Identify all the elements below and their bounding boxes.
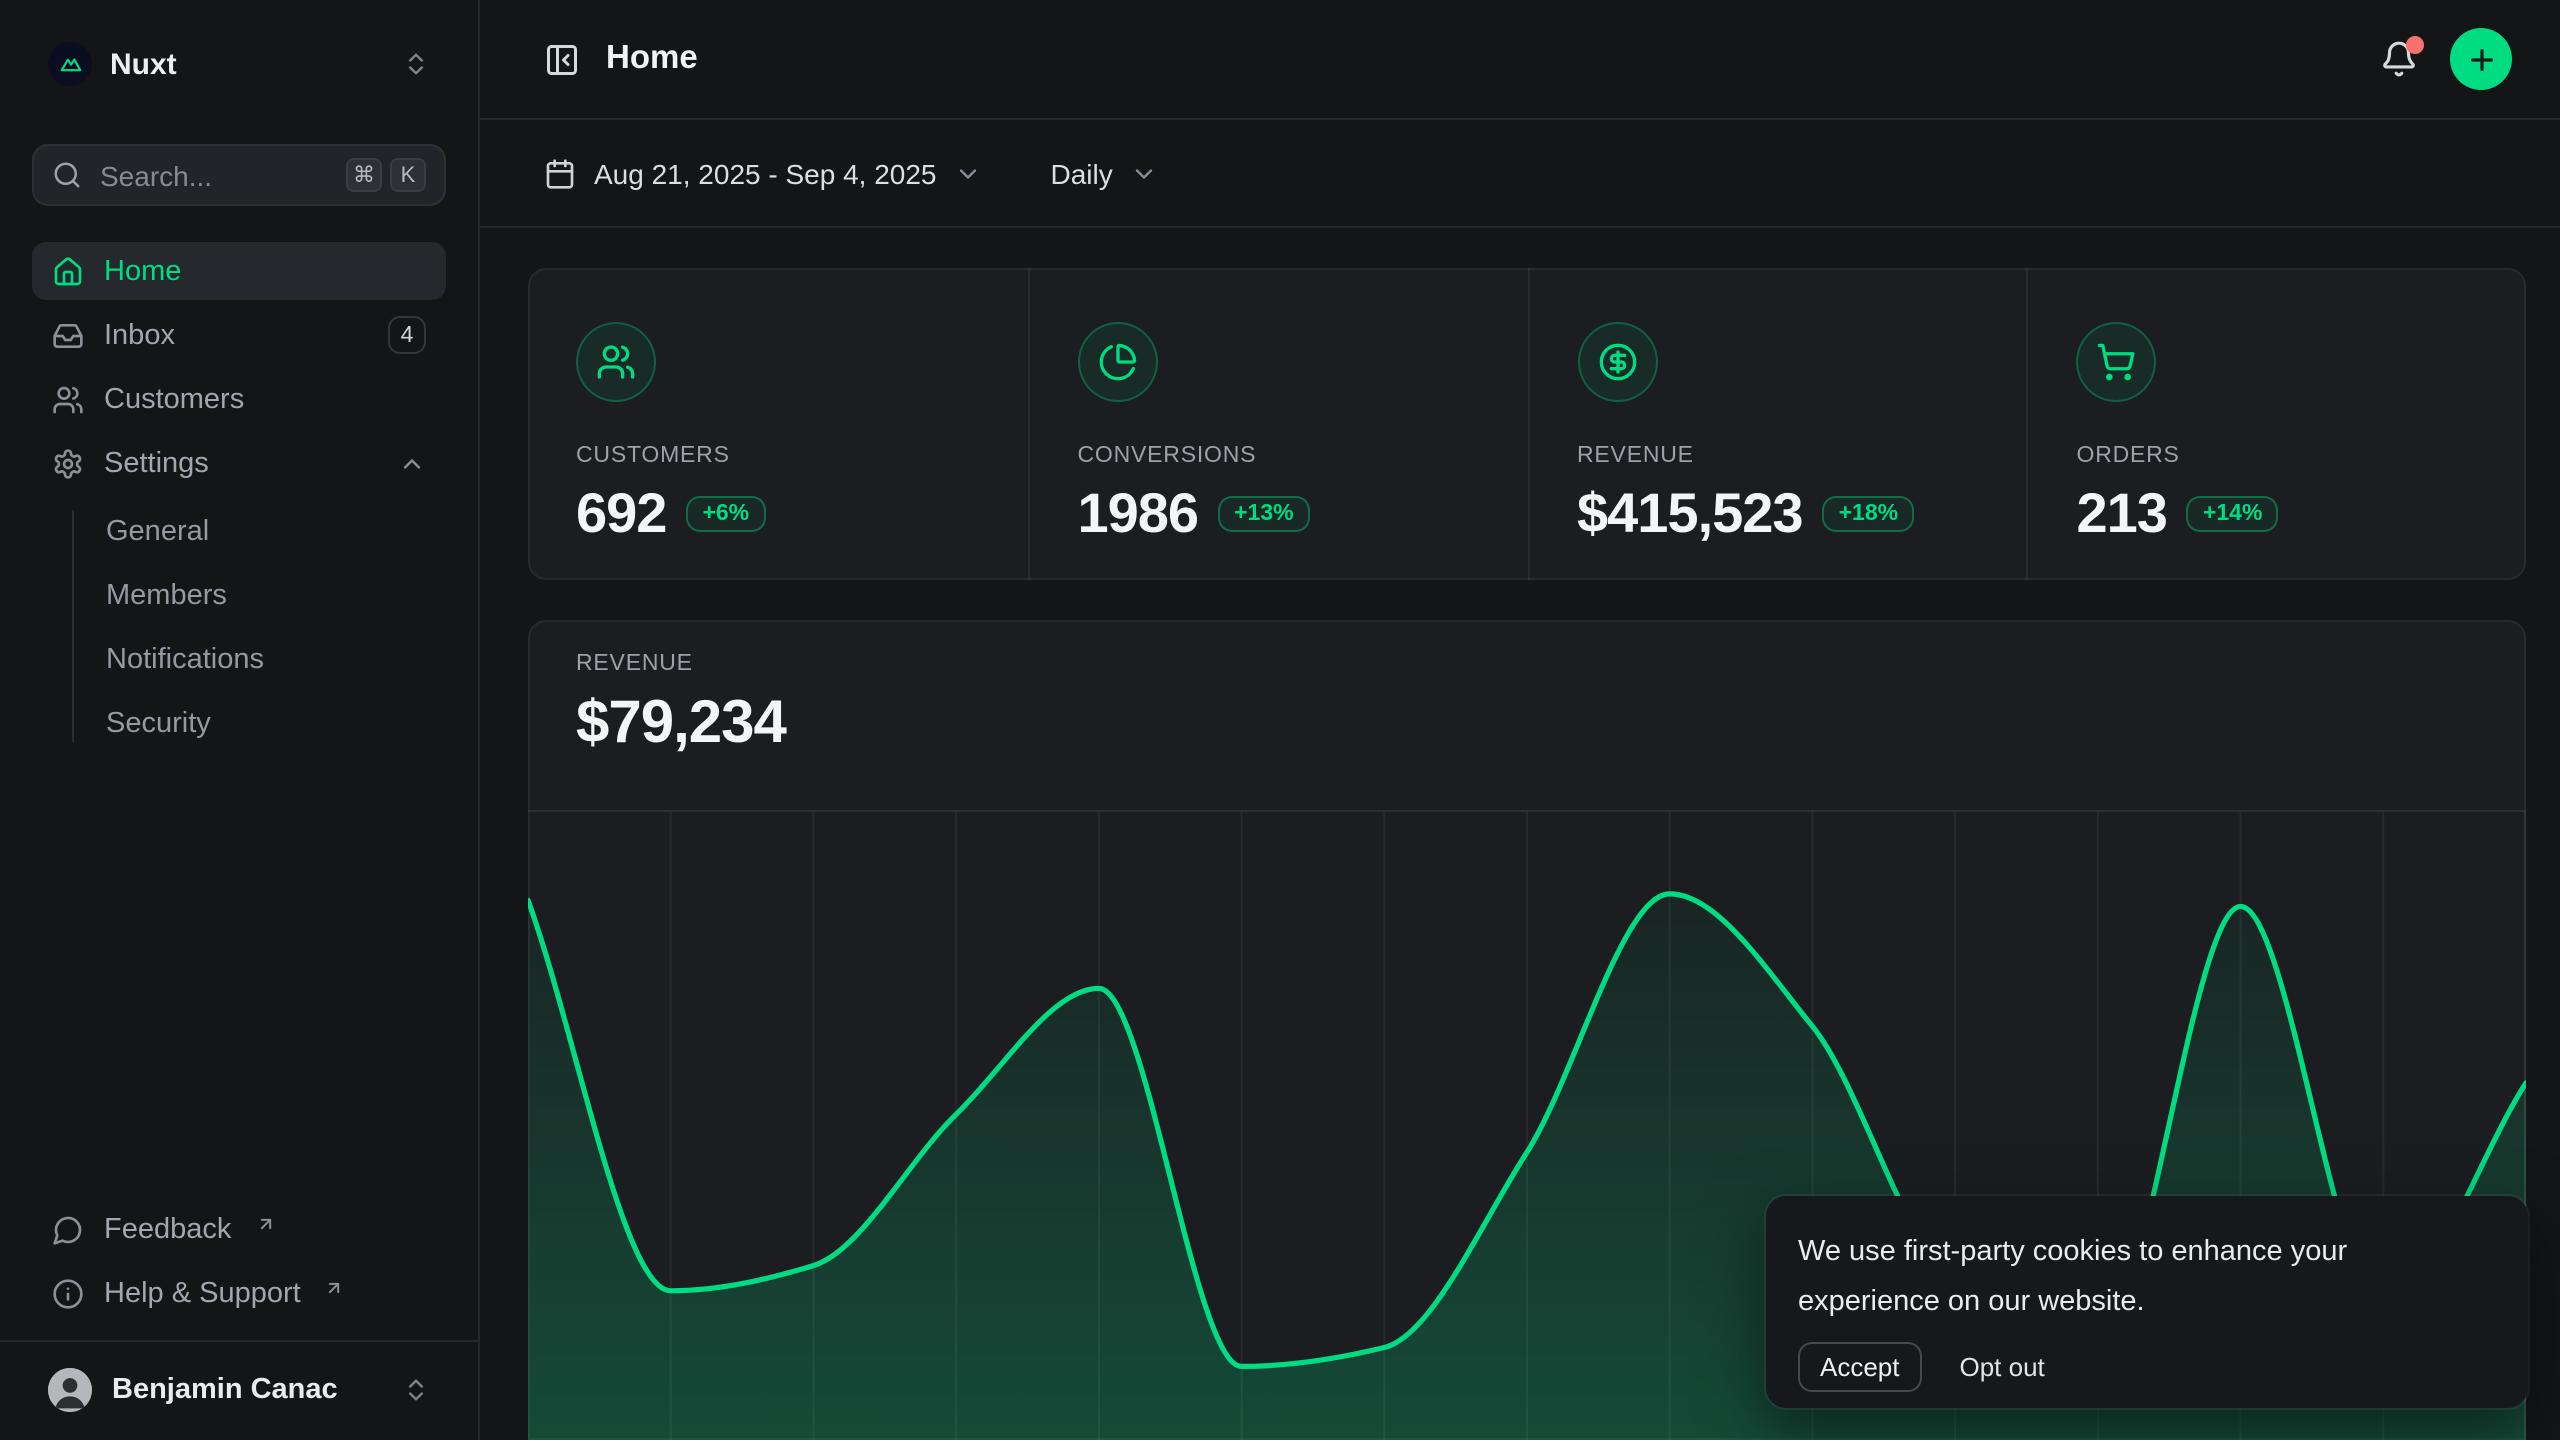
team-name: Nuxt bbox=[110, 47, 177, 81]
calendar-icon bbox=[544, 157, 576, 189]
stat-revenue[interactable]: REVENUE $415,523 +18% bbox=[1527, 268, 2027, 580]
chart-label: REVENUE bbox=[576, 652, 2478, 676]
accept-button[interactable]: Accept bbox=[1798, 1342, 1922, 1392]
chevron-down-icon bbox=[1131, 159, 1159, 187]
search-input[interactable]: Search... ⌘ K bbox=[32, 144, 446, 206]
top-header: Home bbox=[480, 0, 2560, 120]
team-switcher[interactable]: Nuxt bbox=[32, 28, 446, 100]
cookie-banner: We use first-party cookies to enhance yo… bbox=[1766, 1196, 2528, 1408]
chevrons-up-down-icon bbox=[402, 1376, 430, 1404]
sidebar-item-label: Settings bbox=[104, 447, 209, 479]
header-actions bbox=[2380, 28, 2512, 90]
granularity-select[interactable]: Daily bbox=[1051, 157, 1159, 189]
stat-customers[interactable]: CUSTOMERS 692 +6% bbox=[528, 268, 1028, 580]
stat-delta-badge: +18% bbox=[1823, 496, 1914, 532]
search-shortcut: ⌘ K bbox=[346, 158, 426, 192]
users-icon bbox=[52, 383, 84, 415]
chart-total: $79,234 bbox=[576, 690, 2478, 758]
stat-delta-badge: +14% bbox=[2187, 496, 2278, 532]
collapse-sidebar-icon[interactable] bbox=[544, 41, 580, 77]
chat-bubble-icon bbox=[52, 1214, 84, 1246]
stat-label: ORDERS bbox=[2077, 444, 2479, 468]
stat-delta-badge: +13% bbox=[1218, 496, 1309, 532]
sidebar-subitem-general[interactable]: General bbox=[32, 506, 446, 558]
sidebar-item-label: Inbox bbox=[104, 319, 175, 351]
cart-icon bbox=[2077, 322, 2157, 402]
sidebar-item-inbox[interactable]: Inbox 4 bbox=[32, 306, 446, 364]
cookie-actions: Accept Opt out bbox=[1798, 1342, 2496, 1392]
opt-out-button[interactable]: Opt out bbox=[1960, 1352, 2045, 1382]
sidebar-spacer bbox=[32, 750, 446, 1192]
sidebar-item-settings[interactable]: Settings bbox=[32, 434, 446, 492]
page-title: Home bbox=[606, 40, 698, 78]
gear-icon bbox=[52, 447, 84, 479]
app-window: Nuxt Search... ⌘ K bbox=[0, 0, 2560, 1440]
search-placeholder: Search... bbox=[100, 159, 212, 191]
stat-value: 213 bbox=[2077, 482, 2167, 546]
inbox-icon bbox=[52, 319, 84, 351]
stat-conversions[interactable]: CONVERSIONS 1986 +13% bbox=[1028, 268, 1528, 580]
granularity-value: Daily bbox=[1051, 157, 1113, 189]
sidebar-divider bbox=[0, 1340, 478, 1342]
info-circle-icon bbox=[52, 1278, 84, 1310]
kbd-cmd: ⌘ bbox=[346, 158, 382, 192]
chevrons-up-down-icon bbox=[402, 50, 430, 78]
sidebar-nav: Home Inbox 4 C bbox=[32, 242, 446, 750]
notification-dot bbox=[2406, 36, 2424, 54]
inbox-count-badge: 4 bbox=[388, 316, 426, 354]
feedback-label: Feedback bbox=[104, 1214, 231, 1246]
sidebar-item-label: Home bbox=[104, 255, 181, 287]
stat-label: REVENUE bbox=[1577, 444, 1979, 468]
filters-toolbar: Aug 21, 2025 - Sep 4, 2025 Daily bbox=[480, 120, 2560, 228]
sidebar-subitem-security[interactable]: Security bbox=[32, 698, 446, 750]
home-icon bbox=[52, 255, 84, 287]
stat-value: $415,523 bbox=[1577, 482, 1803, 546]
sidebar: Nuxt Search... ⌘ K bbox=[0, 0, 480, 1440]
chevron-down-icon bbox=[955, 159, 983, 187]
add-button[interactable] bbox=[2450, 28, 2512, 90]
external-link-icon bbox=[255, 1213, 275, 1233]
sidebar-item-label: Customers bbox=[104, 383, 244, 415]
pie-chart-icon bbox=[1078, 322, 1158, 402]
users-icon bbox=[576, 322, 656, 402]
date-range-value: Aug 21, 2025 - Sep 4, 2025 bbox=[594, 157, 937, 189]
dollar-circle-icon bbox=[1577, 322, 1657, 402]
sidebar-subitem-notifications[interactable]: Notifications bbox=[32, 634, 446, 686]
search-icon bbox=[52, 160, 82, 190]
sidebar-subitem-members[interactable]: Members bbox=[32, 570, 446, 622]
help-support-label: Help & Support bbox=[104, 1278, 301, 1310]
cookie-message-line2: experience on our website. bbox=[1798, 1278, 2496, 1328]
external-link-icon bbox=[325, 1277, 345, 1297]
revenue-chart-header: REVENUE $79,234 bbox=[528, 620, 2526, 810]
user-name: Benjamin Canac bbox=[112, 1374, 338, 1406]
stat-value: 1986 bbox=[1078, 482, 1199, 546]
cookie-message-line1: We use first-party cookies to enhance yo… bbox=[1798, 1228, 2496, 1278]
stats-card-row: CUSTOMERS 692 +6% CONVERSIONS bbox=[528, 268, 2526, 580]
date-range-picker[interactable]: Aug 21, 2025 - Sep 4, 2025 bbox=[544, 157, 983, 189]
stat-orders[interactable]: ORDERS 213 +14% bbox=[2027, 268, 2527, 580]
help-support-link[interactable]: Help & Support bbox=[32, 1268, 446, 1320]
stat-value: 692 bbox=[576, 482, 666, 546]
feedback-link[interactable]: Feedback bbox=[32, 1204, 446, 1256]
kbd-k: K bbox=[390, 158, 426, 192]
stat-delta-badge: +6% bbox=[686, 496, 765, 532]
avatar bbox=[48, 1368, 92, 1412]
notifications-bell-icon[interactable] bbox=[2380, 40, 2418, 78]
settings-subnav: General Members Notifications Security bbox=[32, 506, 446, 750]
chevron-up-icon bbox=[398, 449, 426, 477]
sidebar-item-customers[interactable]: Customers bbox=[32, 370, 446, 428]
stat-label: CONVERSIONS bbox=[1078, 444, 1480, 468]
user-menu-button[interactable]: Benjamin Canac bbox=[32, 1356, 446, 1424]
stat-label: CUSTOMERS bbox=[576, 444, 980, 468]
sidebar-item-home[interactable]: Home bbox=[32, 242, 446, 300]
nuxt-logo-icon bbox=[48, 42, 92, 86]
